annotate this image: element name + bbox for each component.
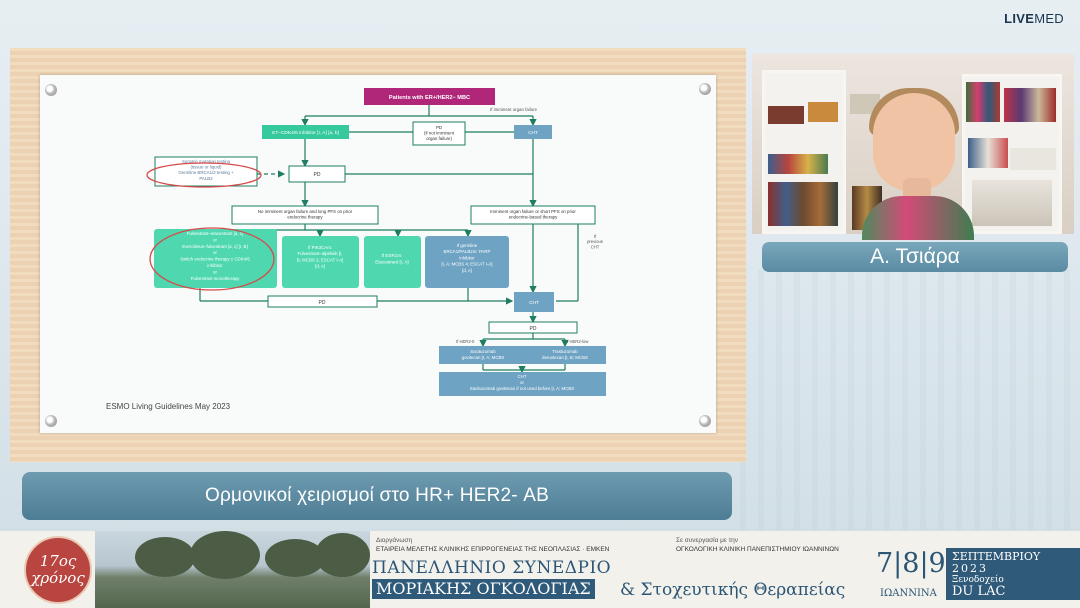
flowchart-text-line: or — [213, 237, 217, 242]
flowchart-text-line: govitecan [I, A; MCBS — [462, 355, 505, 360]
flowchart-text-line: PD — [436, 125, 442, 130]
box-top-text: Patients with ER+/HER2− MBC — [389, 95, 470, 101]
label-if-previous: If previous CHT — [587, 234, 603, 249]
box-et-cdk-text: ET–CDK4/6 inhibitor [I, A] [a, b] — [272, 130, 339, 136]
anniversary-badge: 17ος χρόνος — [24, 536, 92, 604]
flowchart-text-line: Elacestrant [I, A] — [375, 259, 408, 264]
flowchart-text-line: endocrine-based therapy — [509, 214, 558, 219]
flowchart-text-line: BRCA1/PALB2m: PARP — [444, 249, 491, 254]
flowchart-text-line: B; MCBS 2; ESCAT I-A] — [297, 257, 343, 262]
flowchart-text-line: or — [520, 380, 524, 385]
flowchart-text-line: If PIK3CAm: — [308, 245, 332, 250]
flowchart-text-line: or — [213, 269, 217, 274]
flowchart-text-line: [d, e] — [462, 268, 472, 273]
label-her2-low: If HER2-low — [566, 339, 589, 344]
collaboration-label: Σε συνεργασία με την — [676, 537, 739, 544]
flowchart-text-line: If ESR1m: — [382, 253, 403, 258]
flowchart-text-line: [d, e] — [315, 264, 325, 269]
conference-year: 2023 — [952, 562, 988, 575]
flowchart-text-line: Switch endocrine therapy ± CDK4/6 — [180, 257, 250, 262]
conference-title-line1: ΠΑΝΕΛΛΗΝΙΟ ΣΥΝΕΔΡΙΟ — [372, 558, 612, 578]
flowchart-text-line: Fulvestrant monotherapy — [191, 276, 240, 281]
flowchart-text-line: Fulvestrant–elacestrant [a, c] — [187, 231, 243, 236]
talk-title-caption: Ορμονικοί χειρισμοί στο HR+ HER2- ΑΒ — [22, 472, 732, 520]
speaker-face — [873, 93, 955, 191]
flowchart-text-line: inhibitor — [207, 263, 223, 268]
flowchart-text-line: endocrine therapy — [287, 214, 323, 219]
speaker-body — [862, 196, 974, 240]
flowchart-text-line: Sacituzumab govitecan if not used before… — [470, 386, 575, 391]
flowchart-text-line: Trastuzumab — [552, 349, 578, 354]
flowchart-text-line: inhibitor — [459, 255, 475, 260]
venue-name: DU LAC — [952, 584, 1006, 599]
conference-title-line2: ΜΟΡΙΑΚΗΣ ΟΓΚΟΛΟΓΙΑΣ — [372, 579, 595, 599]
flowchart-text-line: or — [213, 250, 217, 255]
flowchart-text-line: deruxtecan [I, B; MCBS — [542, 355, 588, 360]
flowchart-text-line: Fulvestrant–alpelisib [I, — [298, 251, 343, 256]
flowchart-text-line: organ failure) — [426, 136, 452, 141]
box-cht-mid-text: CHT — [529, 300, 539, 306]
flowchart-text-line: Imminent organ failure or short PFS on p… — [490, 209, 576, 214]
flowchart-text-line: Everolimus–fulvestrant [a, c] [I, B] — [182, 244, 247, 249]
conference-city: ΙΩΑΝΝΙΝΑ — [880, 588, 937, 599]
conference-dates: 7|8|9 — [876, 548, 946, 579]
box-cht-top-text: CHT — [528, 130, 538, 136]
livemed-logo: LIVEMED — [1004, 11, 1064, 26]
flowchart-text-line: (if not imminent — [424, 130, 455, 135]
flowchart-text-line: [I, A; MCBS 4; ESCAT I-A] — [441, 262, 492, 267]
organizer-name: ΕΤΑΙΡΕΙΑ ΜΕΛΕΤΗΣ ΚΛΙΝΙΚΗΣ ΕΠΙΡΡΟΓΕΝΕΙΑΣ … — [376, 546, 610, 553]
conference-month-venue: ΣΕΠΤΕΜΒΡΙΟΥ 2023 Ξενοδοχείο DU LAC — [946, 548, 1080, 600]
flowchart-text-line: Germline BRCA1/2 testing + — [178, 170, 234, 175]
collaboration-name: ΟΓΚΟΛΟΓΙΚΗ ΚΛΙΝΙΚΗ ΠΑΝΕΠΙΣΤΗΜΙΟΥ ΙΩΑΝΝΙΝ… — [676, 546, 839, 553]
box-pd-bottom-text: PD — [319, 300, 326, 306]
label-her2-0: If HER2-0 — [456, 339, 475, 344]
treatment-flowchart: Patients with ER+/HER2− MBC If imminent … — [146, 88, 606, 396]
background-decoration — [740, 270, 1080, 530]
slide-source-note: ESMO Living Guidelines May 2023 — [106, 402, 231, 411]
flowchart-text-line: CHT — [517, 374, 526, 379]
flowchart-text-line: If germline — [457, 243, 478, 248]
organizer-label: Διοργάνωση — [376, 537, 413, 544]
box-pd-low-text: PD — [530, 326, 537, 332]
ioannina-photo — [95, 531, 370, 608]
box-pd-mid-text: PD — [314, 172, 321, 178]
flowchart-text-line: (tissue or liquid) — [191, 165, 223, 170]
flowchart-text-line: PALB2 — [199, 176, 213, 181]
flowchart-text-line: No imminent organ failure and long PFS o… — [258, 209, 353, 214]
speaker-name: Α. Τσιάρα — [762, 242, 1068, 272]
flowchart-text-line: Sacituzumab — [470, 349, 496, 354]
label-imminent-top: If imminent organ failure — [490, 107, 538, 112]
flowchart-text-line: CHT — [591, 244, 600, 249]
conference-title-line3: & Στοχευτικής Θεραπείας — [620, 580, 846, 600]
